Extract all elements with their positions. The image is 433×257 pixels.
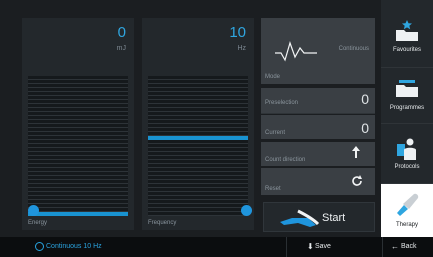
download-icon: ⬇ bbox=[307, 242, 314, 251]
status-mode-text: Continuous 10 Hz bbox=[46, 243, 102, 250]
waveform-icon bbox=[275, 41, 317, 62]
mode-label: Mode bbox=[265, 74, 281, 80]
save-label: Save bbox=[315, 243, 331, 250]
therapy-screen: 0 mJ Energy 10 Hz Frequency Continuous M… bbox=[0, 0, 433, 257]
energy-label: Energy bbox=[28, 220, 48, 226]
status-bar: Continuous 10 Hz ⬇ Save ← Back bbox=[0, 237, 433, 257]
save-button[interactable]: ⬇ Save bbox=[286, 237, 346, 257]
frequency-panel[interactable]: 10 Hz Frequency bbox=[142, 18, 254, 230]
energy-unit: mJ bbox=[116, 45, 126, 52]
back-arrow-icon: ← bbox=[391, 242, 399, 251]
therapy-applicator-icon bbox=[397, 193, 419, 216]
info-icon[interactable] bbox=[35, 242, 44, 251]
arrow-up-icon bbox=[352, 146, 360, 158]
preselection-field[interactable]: Preselection 0 bbox=[261, 88, 375, 114]
mode-caption: Continuous bbox=[338, 46, 369, 52]
back-label: Back bbox=[401, 243, 417, 250]
sidebar-item-programmes[interactable]: Programmes bbox=[381, 68, 433, 122]
energy-level-bar bbox=[28, 212, 128, 216]
start-label: Start bbox=[322, 212, 346, 224]
reset-label: Reset bbox=[265, 186, 281, 192]
sidebar-item-protocols[interactable]: Protocols bbox=[381, 124, 433, 182]
sidebar-label-protocols: Protocols bbox=[394, 164, 420, 170]
applicator-icon bbox=[280, 209, 320, 227]
refresh-icon bbox=[352, 175, 362, 186]
sidebar-label-programmes: Programmes bbox=[389, 105, 425, 111]
favourites-folder-icon bbox=[396, 20, 418, 41]
reset-button[interactable]: Reset bbox=[261, 168, 375, 195]
count-direction-button[interactable]: Count direction bbox=[261, 142, 375, 166]
sidebar-item-favourites[interactable]: Favourites bbox=[381, 0, 433, 66]
start-button[interactable]: Start bbox=[263, 202, 375, 232]
energy-scale[interactable] bbox=[28, 76, 128, 216]
energy-panel[interactable]: 0 mJ Energy bbox=[22, 18, 134, 230]
current-field: Current 0 bbox=[261, 115, 375, 139]
mode-button[interactable]: Continuous Mode bbox=[261, 18, 375, 84]
sidebar-label-therapy: Therapy bbox=[395, 222, 418, 228]
sidebar-item-therapy[interactable]: Therapy bbox=[381, 184, 433, 237]
preselection-label: Preselection bbox=[265, 100, 299, 106]
frequency-scale[interactable] bbox=[148, 76, 248, 216]
frequency-level-bar bbox=[148, 136, 248, 140]
preselection-value: 0 bbox=[361, 91, 369, 107]
current-label: Current bbox=[265, 130, 286, 136]
frequency-unit: Hz bbox=[237, 45, 246, 52]
energy-slider-knob[interactable] bbox=[28, 205, 39, 216]
frequency-label: Frequency bbox=[148, 220, 177, 226]
frequency-slider-knob[interactable] bbox=[241, 205, 252, 216]
count-direction-label: Count direction bbox=[265, 157, 306, 163]
frequency-value: 10 bbox=[229, 24, 246, 41]
sidebar-label-favourites: Favourites bbox=[392, 47, 421, 53]
protocols-person-icon bbox=[397, 138, 416, 160]
energy-value: 0 bbox=[117, 24, 126, 41]
programmes-folder-icon bbox=[396, 80, 418, 97]
back-button[interactable]: ← Back bbox=[382, 237, 433, 257]
right-sidebar: Favourites Programmes Protocols Therapy bbox=[381, 0, 433, 237]
current-value: 0 bbox=[361, 120, 369, 136]
